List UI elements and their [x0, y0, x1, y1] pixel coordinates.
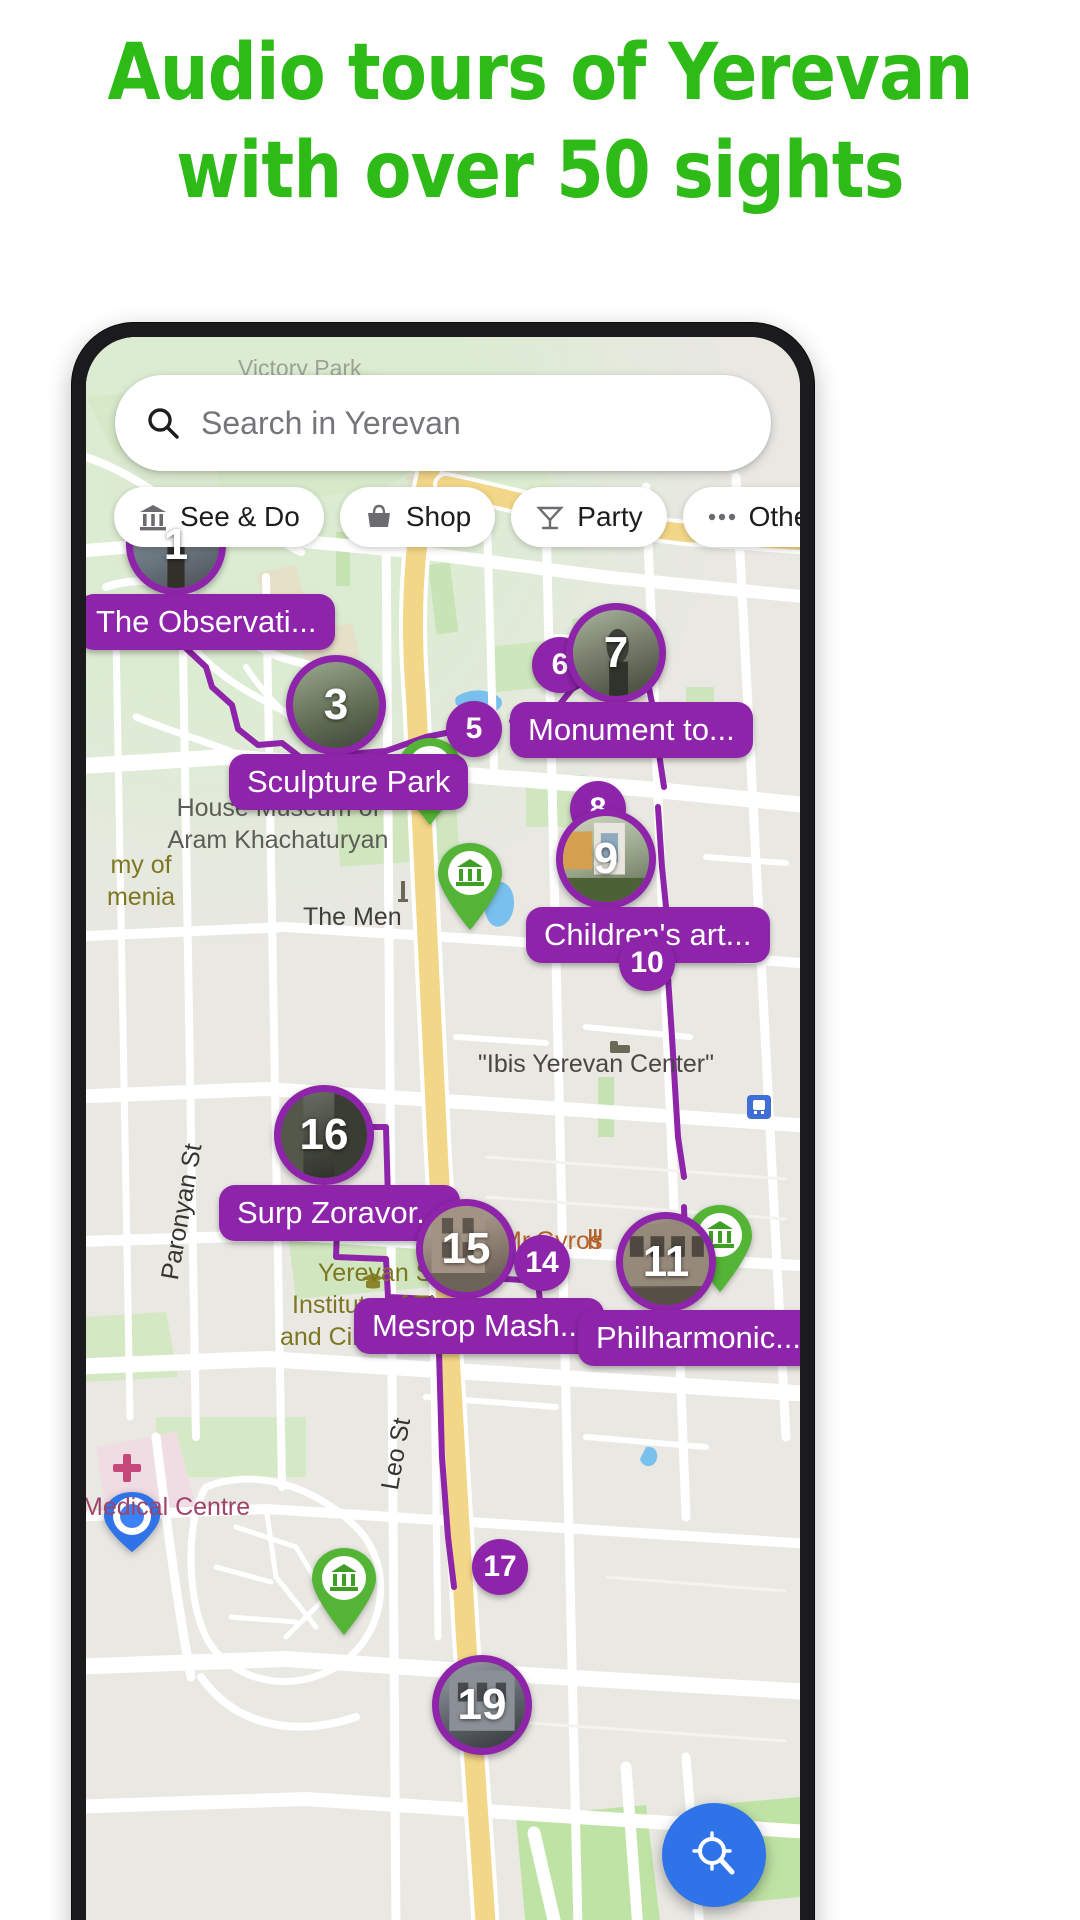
tour-marker-label-7[interactable]: Monument to...: [510, 702, 753, 758]
tour-marker-11[interactable]: 11: [616, 1212, 716, 1312]
monument-icon: [398, 881, 408, 902]
poi-pin-museum-4[interactable]: [308, 1545, 380, 1637]
phone-screen: Victory Park House Museum of Aram Khacha…: [86, 337, 800, 1920]
university-cap-icon: [362, 1273, 384, 1289]
tour-marker-5[interactable]: 5: [446, 701, 502, 757]
restaurant-fork-icon: [589, 1229, 602, 1249]
tour-marker-17[interactable]: 17: [472, 1539, 528, 1595]
tour-marker-number: 17: [483, 1550, 517, 1583]
map-canvas[interactable]: Victory Park House Museum of Aram Khacha…: [86, 337, 800, 1920]
tour-marker-19[interactable]: 19: [432, 1655, 532, 1755]
poi-pin-museum-2[interactable]: [434, 840, 506, 932]
cocktail-icon: [536, 506, 564, 530]
tour-marker-number: 11: [642, 1237, 690, 1286]
tour-marker-number: 19: [457, 1680, 507, 1729]
hotel-bed-icon: [610, 1041, 630, 1053]
filter-chip-label: Shop: [405, 501, 472, 532]
tour-marker-14[interactable]: 14: [514, 1235, 570, 1291]
filter-chip-label: Party: [577, 501, 643, 532]
filter-chip-see-and-do[interactable]: See & Do: [114, 487, 324, 547]
tour-marker-number: 10: [630, 946, 664, 979]
handbag-icon: [367, 504, 390, 527]
filter-chip-other[interactable]: Other: [682, 487, 800, 547]
tour-marker-number: 1: [163, 520, 189, 569]
tour-marker-16[interactable]: 16: [274, 1085, 374, 1185]
tour-marker-7[interactable]: 7: [566, 603, 666, 703]
tour-marker-3[interactable]: 3: [286, 655, 386, 755]
tour-marker-9[interactable]: 9: [556, 809, 656, 909]
tour-marker-number: 9: [593, 834, 619, 883]
filter-chip-label: See & Do: [180, 501, 300, 532]
search-bar[interactable]: Search in Yerevan: [115, 375, 771, 471]
tour-marker-label-11[interactable]: Philharmonic...: [578, 1310, 800, 1366]
compass-icon: [692, 1831, 735, 1875]
tour-marker-number: 7: [603, 628, 629, 677]
tour-marker-number: 14: [525, 1246, 559, 1279]
tour-marker-10[interactable]: 10: [619, 935, 675, 991]
filter-chip-label: Other: [748, 501, 800, 532]
tour-marker-number: 15: [441, 1224, 491, 1273]
location-pin-icon[interactable]: [100, 1490, 164, 1554]
tour-marker-label-3[interactable]: Sculpture Park: [229, 754, 469, 810]
tour-marker-label-15[interactable]: Mesrop Mash...: [354, 1298, 604, 1354]
tour-marker-label-1[interactable]: The Observati...: [86, 594, 335, 650]
explore-fab-button[interactable]: [662, 1803, 766, 1907]
search-input[interactable]: Search in Yerevan: [201, 405, 461, 442]
filter-chip-shop[interactable]: Shop: [339, 487, 496, 547]
medical-cross-icon: [113, 1454, 141, 1482]
tour-marker-15[interactable]: 15: [416, 1199, 516, 1299]
tour-marker-number: 5: [465, 712, 483, 745]
filter-chip-row: See & Do Shop Party Oth: [114, 487, 800, 547]
filter-chip-party[interactable]: Party: [511, 487, 667, 547]
search-icon: [148, 408, 179, 439]
ellipsis-icon: [708, 513, 735, 521]
transit-icon: [747, 1095, 771, 1119]
page-title: Audio tours of Yerevan with over 50 sigh…: [107, 28, 974, 216]
museum-icon: [438, 843, 502, 930]
page-root: Audio tours of Yerevan with over 50 sigh…: [0, 0, 1080, 1920]
tour-marker-number: 16: [299, 1110, 349, 1159]
tour-marker-number: 3: [323, 680, 349, 729]
museum-icon: [312, 1548, 376, 1635]
phone-mockup: Victory Park House Museum of Aram Khacha…: [72, 323, 814, 1920]
